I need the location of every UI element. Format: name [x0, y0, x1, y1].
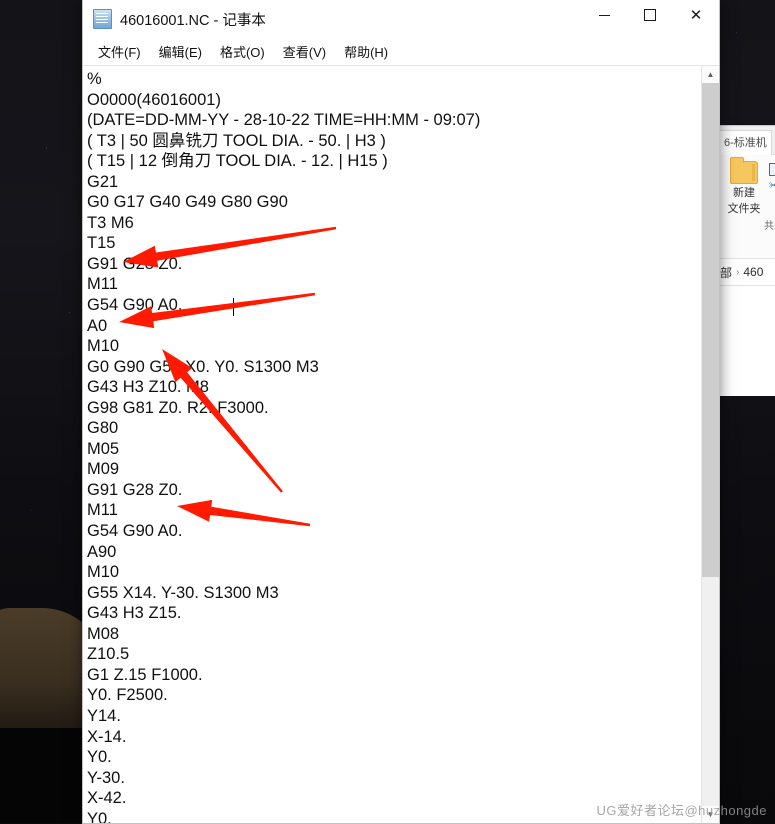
share-label: 共 — [764, 221, 774, 232]
explorer-tab[interactable]: 6-标准机 — [719, 130, 772, 155]
chevron-right-icon: › — [736, 266, 740, 278]
window-title: 46016001.NC - 记事本 — [120, 12, 266, 29]
breadcrumb[interactable]: 部 › 460 — [717, 259, 775, 286]
explorer-file-list[interactable] — [717, 286, 775, 396]
forum-watermark: UG爱好者论坛@huzhongde — [596, 803, 767, 818]
menu-item-edit[interactable]: 编辑(E) — [152, 39, 209, 64]
scroll-up-button[interactable]: ▲ — [702, 66, 719, 83]
menu-item-format[interactable]: 格式(O) — [213, 39, 272, 64]
new-folder-label-line2: 文件夹 — [727, 203, 761, 215]
menu-bar[interactable]: 文件(F) 编辑(E) 格式(O) 查看(V) 帮助(H) — [83, 38, 719, 65]
folder-icon — [730, 157, 758, 184]
breadcrumb-item-0[interactable]: 部 — [720, 264, 732, 281]
explorer-tab-strip: 6-标准机 — [717, 126, 775, 155]
menu-item-file[interactable]: 文件(F) — [91, 39, 148, 64]
notepad-window[interactable]: 46016001.NC - 记事本 ✕ 文件(F) 编辑(E) 格式(O) 查看… — [82, 0, 720, 824]
title-bar[interactable]: 46016001.NC - 记事本 ✕ — [83, 0, 719, 38]
new-folder-button[interactable]: 新建 文件夹 — [723, 157, 765, 216]
explorer-ribbon: 新建 文件夹 ✂ 共 — [717, 155, 775, 259]
close-button[interactable]: ✕ — [673, 0, 719, 30]
clipboard-group[interactable]: ✂ — [769, 163, 775, 192]
vertical-scrollbar[interactable]: ▲ ▼ — [701, 66, 719, 823]
cut-icon[interactable]: ✂ — [769, 181, 775, 192]
scrollbar-thumb[interactable] — [702, 83, 719, 577]
text-caret — [233, 298, 234, 316]
file-explorer-window[interactable]: 6-标准机 新建 文件夹 ✂ 共 部 › 460 — [716, 125, 775, 396]
maximize-button[interactable] — [627, 0, 673, 30]
window-controls[interactable]: ✕ — [581, 0, 719, 32]
notepad-icon — [93, 9, 112, 29]
gcode-text-content[interactable]: % O0000(46016001) (DATE=DD-MM-YY - 28-10… — [87, 69, 697, 823]
breadcrumb-item-1[interactable]: 460 — [743, 265, 763, 279]
maximize-icon — [644, 9, 656, 21]
menu-item-help[interactable]: 帮助(H) — [337, 39, 395, 64]
text-editor-area[interactable]: % O0000(46016001) (DATE=DD-MM-YY - 28-10… — [83, 65, 719, 823]
copy-icon[interactable] — [769, 163, 775, 176]
close-icon: ✕ — [689, 5, 703, 24]
new-folder-label-line1: 新建 — [733, 187, 755, 199]
menu-item-view[interactable]: 查看(V) — [276, 39, 333, 64]
minimize-icon — [598, 14, 610, 16]
minimize-button[interactable] — [581, 0, 627, 30]
